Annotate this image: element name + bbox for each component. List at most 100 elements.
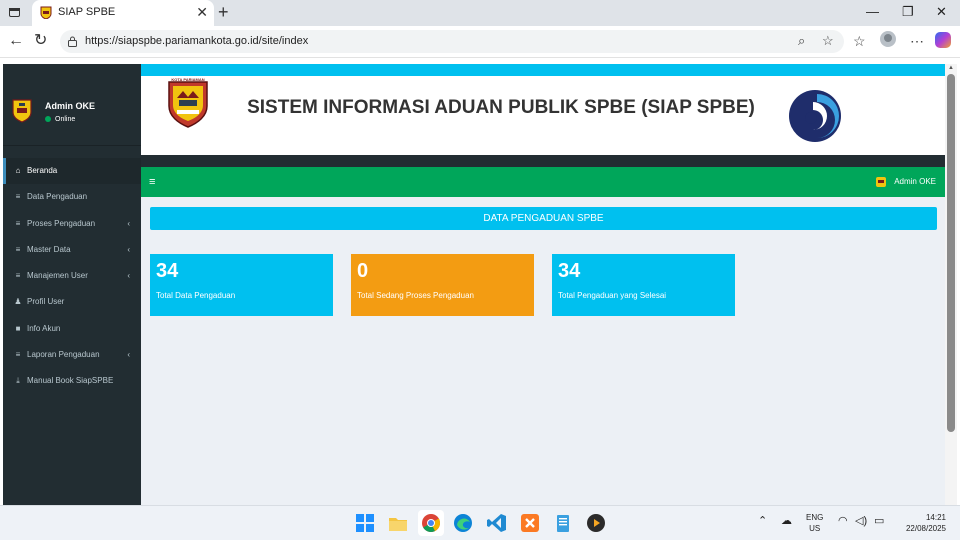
- favorites-icon[interactable]: ☆: [853, 32, 866, 50]
- restore-icon[interactable]: ❐: [902, 3, 914, 21]
- file-explorer-icon[interactable]: [387, 512, 409, 534]
- user-icon: ♟: [14, 297, 22, 307]
- stat-value: 0: [357, 260, 369, 282]
- user-status-text: Online: [55, 116, 76, 123]
- onedrive-cloud-icon[interactable]: ☁: [781, 514, 792, 528]
- sidebar-item-manual-book[interactable]: ⤓ Manual Book SiapSPBE: [3, 368, 141, 394]
- chrome-icon: [422, 514, 440, 532]
- stat-box-in-progress[interactable]: 0 Total Sedang Proses Pengaduan: [351, 254, 534, 316]
- zoom-icon[interactable]: ⌕: [798, 33, 805, 49]
- wifi-icon[interactable]: ◠: [838, 514, 848, 528]
- site-info-icon[interactable]: [68, 36, 77, 47]
- site-banner: KOTA PARIAMAN SISTEM INFORMASI ADUAN PUB…: [141, 76, 945, 155]
- tab-close-icon[interactable]: ✕: [196, 4, 208, 20]
- sidebar-item-data-pengaduan[interactable]: ≡ Data Pengaduan: [3, 184, 141, 210]
- address-bar[interactable]: https://siapspbe.pariamankota.go.id/site…: [60, 30, 844, 53]
- crest-label: KOTA PARIAMAN: [171, 77, 205, 82]
- favorite-star-icon[interactable]: ☆: [822, 33, 834, 49]
- sidebar-item-profil-user[interactable]: ♟ Profil User: [3, 289, 141, 315]
- user-panel: Admin OKE Online: [3, 64, 141, 146]
- header-user-name: Admin OKE: [894, 177, 936, 186]
- volume-icon[interactable]: ◁): [855, 514, 867, 528]
- sidebar-item-label: Profil User: [27, 297, 65, 307]
- sidebar-item-label: Data Pengaduan: [27, 192, 88, 202]
- lang-region: US: [809, 524, 821, 533]
- dark-strip: [141, 155, 945, 167]
- tab-title: SIAP SPBE: [58, 6, 116, 18]
- online-dot-icon: [45, 116, 51, 123]
- sidebar-item-label: Beranda: [27, 166, 58, 175]
- vscode-icon[interactable]: [486, 512, 508, 534]
- reload-icon[interactable]: ↻: [34, 31, 47, 51]
- battery-icon[interactable]: ▭: [874, 514, 884, 528]
- sidebar-item-master-data[interactable]: ≡ Master Data ‹: [3, 237, 141, 263]
- sidebar-item-label: Proses Pengaduan: [27, 218, 96, 228]
- profile-avatar[interactable]: [880, 31, 896, 47]
- media-player-icon[interactable]: [585, 512, 607, 534]
- top-accent-stripe: [141, 64, 945, 76]
- sidebar-user-name: Admin OKE: [45, 101, 96, 111]
- lock-icon: ■: [15, 323, 21, 333]
- header-user-menu[interactable]: Admin OKE: [876, 176, 936, 188]
- windows-start-icon[interactable]: [354, 512, 376, 534]
- system-clock[interactable]: 14:21 22/08/2025: [898, 512, 946, 534]
- sidebar-menu: ⌂ Beranda ≡ Data Pengaduan ≡ Proses Pengadu…: [3, 158, 141, 395]
- sidebar-item-laporan-pengaduan[interactable]: ≡ Laporan Pengaduan ‹: [3, 342, 141, 368]
- back-icon[interactable]: ←: [8, 31, 24, 51]
- sidebar-item-label: Manajemen User: [27, 271, 88, 281]
- site-favicon-icon: [40, 6, 52, 19]
- main-content: KOTA PARIAMAN SISTEM INFORMASI ADUAN PUB…: [141, 64, 945, 505]
- new-tab-icon[interactable]: +: [218, 2, 229, 22]
- stat-box-total[interactable]: 34 Total Data Pengaduan: [150, 254, 333, 316]
- list-icon: ≡: [15, 350, 21, 360]
- stat-label: Total Data Pengaduan: [156, 291, 236, 300]
- sidebar-item-label: Laporan Pengaduan: [27, 350, 100, 360]
- web-page: Admin OKE Online ⌂ Beranda ≡ Data Pengadua…: [3, 64, 945, 505]
- page-scrollbar[interactable]: ▲: [945, 64, 957, 505]
- language-indicator[interactable]: ENG US: [806, 512, 823, 534]
- xampp-icon[interactable]: [519, 512, 541, 534]
- browser-toolbar: ← ↻ https://siapspbe.pariamankota.go.id/…: [0, 26, 960, 58]
- copilot-icon[interactable]: [935, 32, 951, 48]
- download-icon: ⤓: [16, 376, 20, 386]
- sidebar-item-proses-pengaduan[interactable]: ≡ Proses Pengaduan ‹: [3, 211, 141, 237]
- edge-icon[interactable]: [452, 512, 474, 534]
- chevron-left-icon: ‹: [127, 244, 130, 254]
- user-avatar-icon: [876, 176, 887, 187]
- sidebar: Admin OKE Online ⌂ Beranda ≡ Data Pengadua…: [3, 64, 141, 505]
- stat-value: 34: [156, 260, 179, 282]
- user-avatar: [12, 99, 32, 123]
- sidebar-item-beranda[interactable]: ⌂ Beranda: [3, 158, 141, 185]
- stat-value: 34: [558, 260, 581, 282]
- url-text[interactable]: https://siapspbe.pariamankota.go.id/site…: [85, 35, 308, 47]
- chevron-left-icon: ‹: [127, 271, 130, 281]
- sidebar-item-manajemen-user[interactable]: ≡ Manajemen User ‹: [3, 263, 141, 289]
- close-window-icon[interactable]: ✕: [936, 3, 947, 21]
- site-title: SISTEM INFORMASI ADUAN PUBLIK SPBE (SIAP…: [247, 97, 755, 118]
- chevron-left-icon: ‹: [127, 350, 130, 360]
- home-icon: ⌂: [15, 166, 21, 175]
- main-header: ≡ Admin OKE: [141, 167, 945, 197]
- chrome-taskbar-slot[interactable]: [418, 510, 444, 536]
- scrollbar-thumb[interactable]: [947, 74, 955, 432]
- list-icon: ≡: [15, 244, 21, 254]
- minimize-icon[interactable]: —: [866, 3, 879, 21]
- sidebar-item-label: Manual Book SiapSPBE: [27, 376, 114, 386]
- more-menu-icon[interactable]: ⋯: [910, 32, 924, 50]
- section-title: DATA PENGADUAN SPBE: [150, 207, 937, 230]
- list-icon: ≡: [15, 271, 21, 281]
- sidebar-item-info-akun[interactable]: ■ Info Akun: [3, 316, 141, 342]
- kota-pariaman-crest-logo: [168, 81, 208, 128]
- tab-actions-icon[interactable]: [7, 5, 23, 21]
- user-status: Online: [45, 116, 75, 123]
- notepad-icon[interactable]: [552, 512, 574, 534]
- sidebar-toggle-icon[interactable]: ≡: [149, 176, 155, 188]
- browser-tab-bar: SIAP SPBE ✕ + — ❐ ✕: [0, 0, 960, 26]
- sidebar-item-label: Master Data: [27, 244, 71, 254]
- stat-label: Total Pengaduan yang Selesai: [558, 291, 667, 300]
- sidebar-item-label: Info Akun: [27, 323, 61, 333]
- scroll-up-icon[interactable]: ▲: [948, 65, 954, 71]
- stat-box-completed[interactable]: 34 Total Pengaduan yang Selesai: [552, 254, 735, 316]
- browser-tab[interactable]: SIAP SPBE ✕: [32, 0, 214, 26]
- show-hidden-icons-icon[interactable]: ⌃: [758, 514, 767, 528]
